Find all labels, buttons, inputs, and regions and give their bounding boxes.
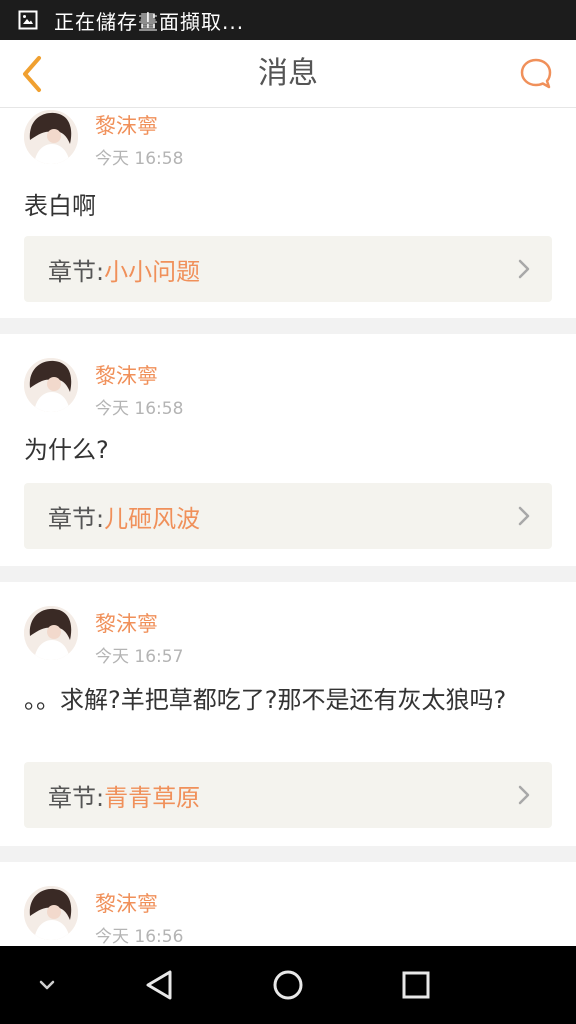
username[interactable]: 黎沫寧 [95, 110, 158, 140]
divider [0, 846, 576, 862]
navigation-bar [0, 946, 576, 1024]
message-text: 。。求解?羊把草都吃了?那不是还有灰太狼吗? [24, 686, 507, 714]
chapter-name: 儿砸风波 [104, 504, 201, 533]
username[interactable]: 黎沫寧 [95, 360, 158, 390]
avatar[interactable] [24, 606, 78, 660]
nav-recents-button[interactable] [386, 946, 446, 1024]
timestamp: 今天 16:58 [95, 149, 184, 169]
avatar-image [24, 358, 78, 412]
chapter-name: 小小问题 [104, 257, 201, 286]
avatar[interactable] [24, 110, 78, 164]
square-recents-icon [402, 971, 430, 999]
message-text: 为什么? [24, 436, 109, 464]
chapter-link[interactable]: 章节: 青青草原 [24, 762, 552, 828]
avatar[interactable] [24, 358, 78, 412]
screen: 正在儲存畫面擷取... 消息 黎沫寧 今天 16:58 表白啊 章节: 小小问题… [0, 0, 576, 1024]
chapter-label: 章节: [48, 783, 105, 812]
chevron-right-icon [518, 785, 530, 805]
speech-bubble-icon [520, 58, 552, 89]
avatar[interactable] [24, 886, 78, 940]
divider [0, 566, 576, 582]
nav-back-button[interactable] [130, 946, 190, 1024]
divider [0, 318, 576, 334]
avatar-image [24, 606, 78, 660]
status-text: 正在儲存畫面擷取... [54, 9, 245, 34]
chevron-right-icon [518, 259, 530, 279]
username[interactable]: 黎沫寧 [95, 888, 158, 918]
username[interactable]: 黎沫寧 [95, 608, 158, 638]
nav-hide-button[interactable] [22, 946, 72, 1024]
circle-home-icon [273, 970, 303, 1000]
timestamp: 今天 16:56 [95, 927, 184, 946]
header: 消息 [0, 40, 576, 108]
chapter-link[interactable]: 章节: 小小问题 [24, 236, 552, 302]
chapter-link[interactable]: 章节: 儿砸风波 [24, 483, 552, 549]
list-item: 黎沫寧 今天 16:56 [0, 862, 576, 946]
timestamp: 今天 16:57 [95, 647, 184, 667]
list-item: 黎沫寧 今天 16:57 。。求解?羊把草都吃了?那不是还有灰太狼吗? 章节: … [0, 582, 576, 846]
nav-home-button[interactable] [258, 946, 318, 1024]
chapter-label: 章节: [48, 504, 105, 533]
page-title: 消息 [258, 56, 318, 91]
comment-button[interactable] [516, 54, 556, 94]
message-list[interactable]: 黎沫寧 今天 16:58 表白啊 章节: 小小问题 黎沫寧 今天 16:58 为… [0, 108, 576, 946]
status-bar: 正在儲存畫面擷取... [0, 0, 576, 40]
chevron-down-icon [39, 980, 55, 990]
list-item: 黎沫寧 今天 16:58 表白啊 章节: 小小问题 [0, 108, 576, 318]
chevron-right-icon [518, 506, 530, 526]
avatar-image [24, 110, 78, 164]
message-text: 表白啊 [24, 192, 96, 220]
timestamp: 今天 16:58 [95, 399, 184, 419]
chapter-name: 青青草原 [104, 783, 201, 812]
triangle-back-icon [146, 970, 172, 1000]
chapter-label: 章节: [48, 257, 105, 286]
screenshot-icon [18, 10, 38, 30]
list-item: 黎沫寧 今天 16:58 为什么? 章节: 儿砸风波 [0, 334, 576, 566]
avatar-image [24, 886, 78, 940]
